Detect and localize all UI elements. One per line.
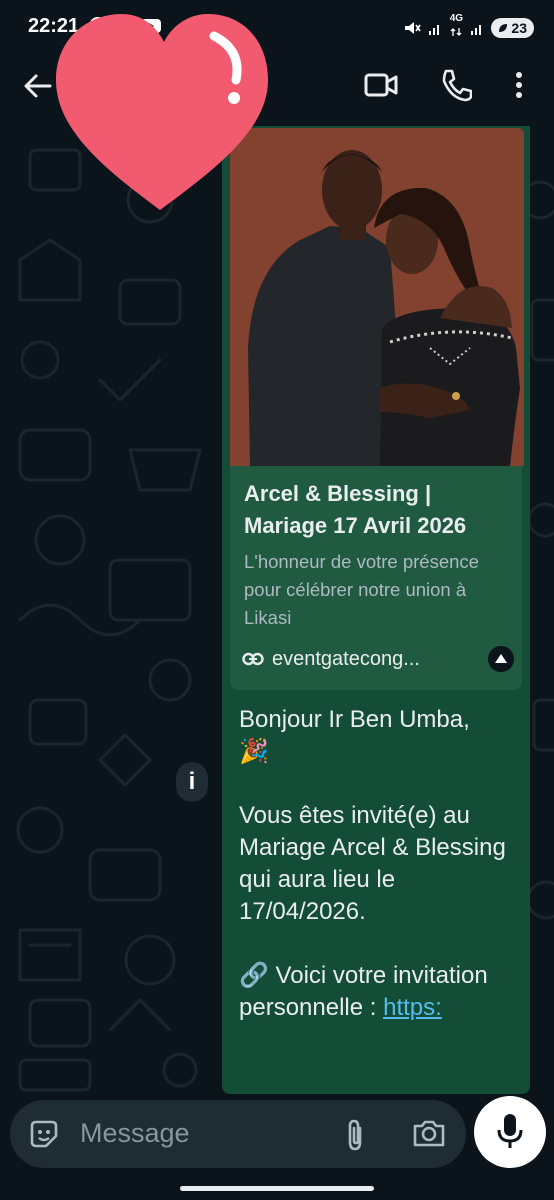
data-arrows-icon (450, 28, 462, 36)
signal-icon-2 (471, 25, 482, 35)
message-input[interactable]: Message (80, 1118, 190, 1149)
battery-indicator: 23 (491, 18, 534, 38)
link-icon (242, 652, 264, 666)
invitation-link[interactable]: https: (383, 994, 442, 1021)
battery-saver-icon (499, 24, 508, 32)
message-line: Vous êtes invité(e) au Mariage Arcel & B… (239, 802, 506, 925)
signal-icon-1 (429, 25, 440, 35)
camera-icon[interactable] (412, 1118, 446, 1148)
heart-sticker (56, 14, 268, 210)
link-preview-image[interactable] (230, 128, 524, 466)
link-preview-url: eventgatecong... (272, 647, 420, 670)
link-preview-card[interactable]: Arcel & Blessing | Mariage 17 Avril 2026… (230, 466, 522, 690)
more-vert-icon[interactable] (512, 70, 526, 100)
message-composer[interactable]: Message (10, 1100, 466, 1168)
status-system-icons: 4G 23 (403, 14, 534, 42)
message-line: Bonjour Ir Ben Umba, (239, 706, 470, 733)
attach-icon[interactable] (344, 1118, 366, 1152)
open-link-icon[interactable] (488, 646, 514, 672)
video-call-icon[interactable] (364, 70, 398, 100)
sticker-icon[interactable] (28, 1118, 60, 1150)
message-line: 🎉 (239, 738, 269, 765)
network-type: 4G (449, 14, 463, 42)
voice-call-icon[interactable] (440, 68, 472, 102)
link-preview-title: Arcel & Blessing | Mariage 17 Avril 2026 (244, 481, 467, 538)
message-bubble[interactable]: Arcel & Blessing | Mariage 17 Avril 2026… (222, 126, 530, 1094)
voice-message-button[interactable] (474, 1096, 546, 1168)
mute-icon (405, 22, 422, 34)
link-preview-url-row[interactable]: eventgatecong... (242, 644, 514, 674)
info-badge[interactable]: i (176, 762, 208, 802)
mic-icon (497, 1114, 523, 1148)
message-line: 🔗 Voici votre invitation personnelle : h… (239, 962, 488, 1021)
link-preview-description: L'honneur de votre présence pour célébre… (244, 551, 479, 628)
message-text: Bonjour Ir Ben Umba, 🎉 Vous êtes invité(… (239, 704, 524, 1024)
couple-photo (230, 128, 524, 466)
home-indicator (180, 1186, 374, 1191)
